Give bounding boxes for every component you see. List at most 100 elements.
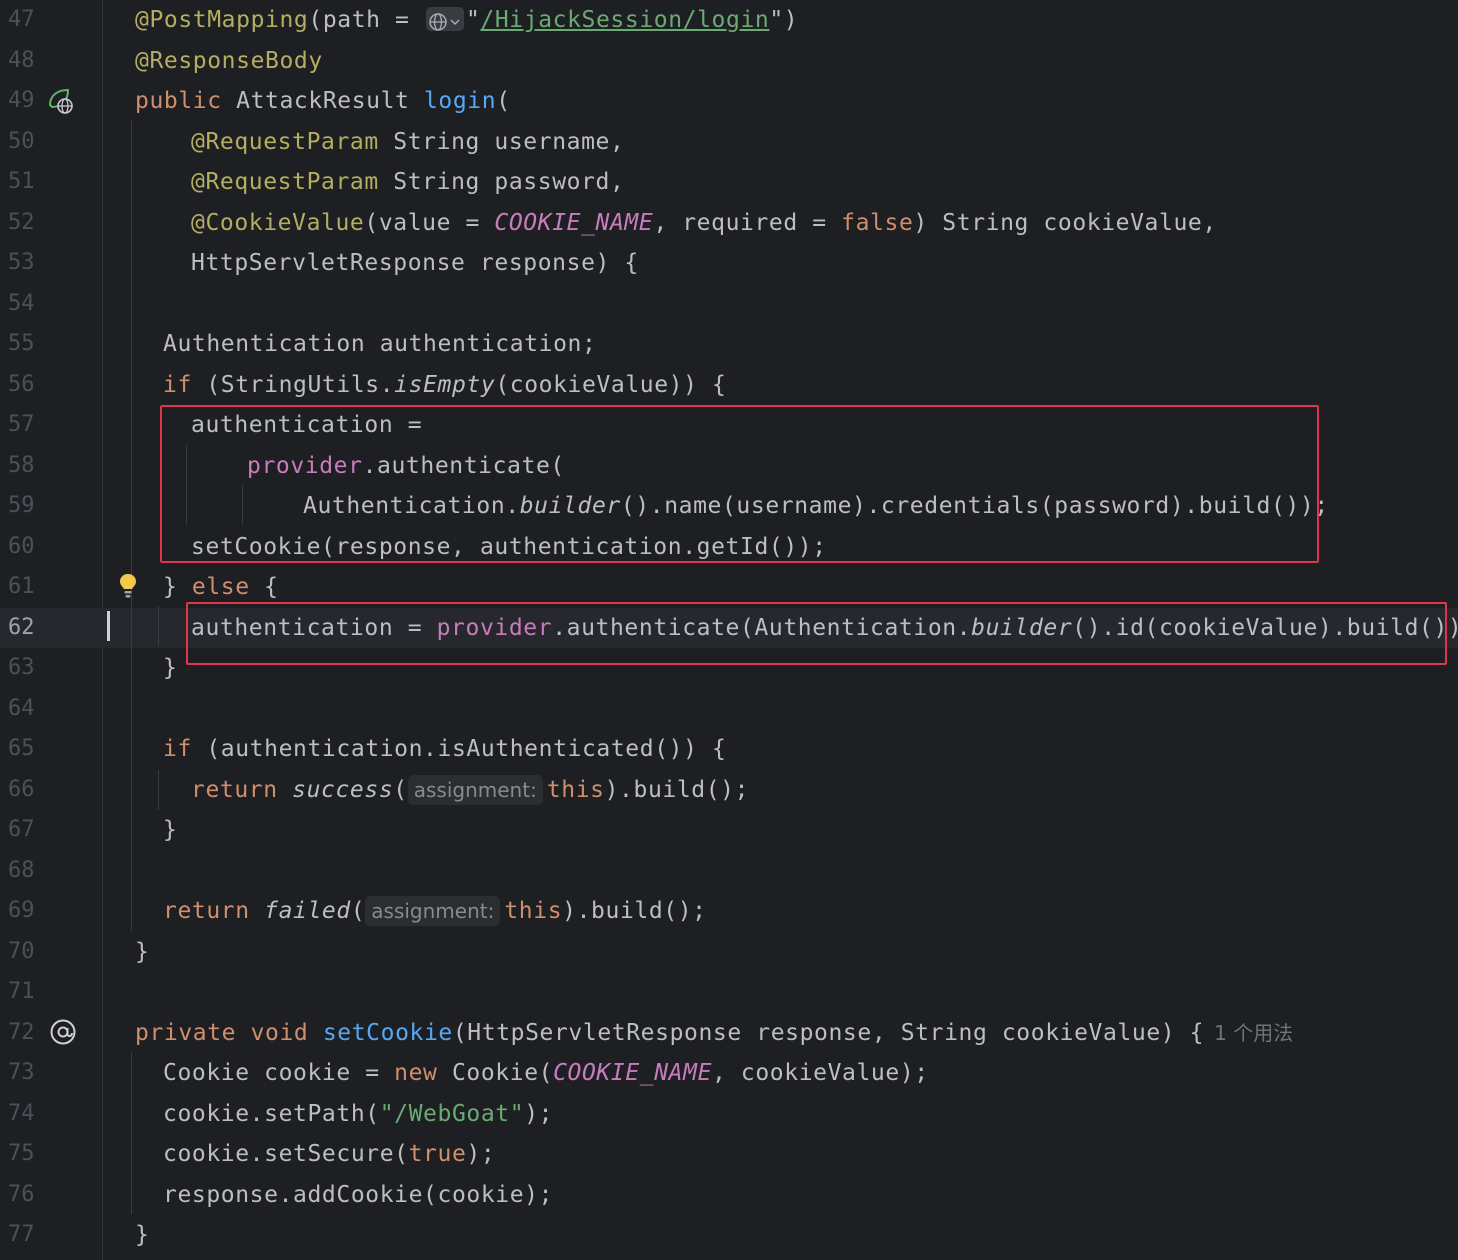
- code-token: }: [163, 817, 178, 843]
- line-number[interactable]: 60: [0, 527, 40, 568]
- code-token: cookie.setSecure(: [163, 1141, 409, 1167]
- code-token: @PostMapping: [135, 7, 309, 33]
- code-line[interactable]: 50 @RequestParam String username,: [0, 122, 1458, 163]
- line-number[interactable]: 64: [0, 689, 40, 730]
- code-line[interactable]: 54: [0, 284, 1458, 325]
- line-number[interactable]: 65: [0, 729, 40, 770]
- code-text[interactable]: @RequestParam String password,: [191, 162, 624, 203]
- code-line[interactable]: 74 cookie.setPath("/WebGoat");: [0, 1094, 1458, 1135]
- line-number[interactable]: 69: [0, 891, 40, 932]
- code-line[interactable]: 53 HttpServletResponse response) {: [0, 243, 1458, 284]
- code-editor[interactable]: 47 @PostMapping(path = "/HijackSession/lo…: [0, 0, 1458, 1260]
- line-number[interactable]: 71: [0, 972, 40, 1013]
- line-number[interactable]: 62: [0, 608, 40, 649]
- code-line[interactable]: 49 public AttackResult login(: [0, 81, 1458, 122]
- line-number[interactable]: 51: [0, 162, 40, 203]
- code-token: String username,: [378, 128, 625, 155]
- url-globe-icon[interactable]: [425, 6, 464, 31]
- line-number[interactable]: 54: [0, 284, 40, 325]
- code-token: /HijackSession/login: [480, 7, 770, 33]
- code-text[interactable]: @PostMapping(path = "/HijackSession/logi…: [135, 0, 798, 41]
- line-number[interactable]: 55: [0, 324, 40, 365]
- code-text[interactable]: private void setCookie(HttpServletRespon…: [135, 1013, 1293, 1054]
- spring-web-endpoint-icon[interactable]: [46, 87, 76, 115]
- code-line[interactable]: 75 cookie.setSecure(true);: [0, 1134, 1458, 1175]
- code-token: @ResponseBody: [135, 47, 323, 74]
- code-line[interactable]: 56 if (StringUtils.isEmpty(cookieValue)) …: [0, 365, 1458, 406]
- code-line[interactable]: 68: [0, 851, 1458, 892]
- code-line[interactable]: 70}: [0, 932, 1458, 973]
- code-line[interactable]: 69 return failed(assignment: this).build()…: [0, 891, 1458, 932]
- code-line[interactable]: 76 response.addCookie(cookie);: [0, 1175, 1458, 1216]
- code-token: (authentication.isAuthenticated()) {: [206, 736, 727, 762]
- line-number[interactable]: 76: [0, 1175, 40, 1216]
- indent-guide: [131, 1052, 132, 1214]
- code-line[interactable]: 71: [0, 972, 1458, 1013]
- code-line[interactable]: 52 @CookieValue(value = COOKIE_NAME, requ…: [0, 203, 1458, 244]
- line-number[interactable]: 75: [0, 1134, 40, 1175]
- code-line[interactable]: 66 return success(assignment: this).build(…: [0, 770, 1458, 811]
- code-text[interactable]: }: [163, 810, 177, 851]
- code-token: ": [465, 7, 481, 33]
- line-number[interactable]: 61: [0, 567, 40, 608]
- code-text[interactable]: cookie.setPath("/WebGoat");: [163, 1094, 553, 1135]
- code-line[interactable]: 48 @ResponseBody: [0, 41, 1458, 82]
- code-text[interactable]: @CookieValue(value = COOKIE_NAME, requir…: [191, 203, 1217, 244]
- code-text[interactable]: public AttackResult login(: [135, 81, 511, 122]
- code-token: (path =: [308, 7, 424, 33]
- code-text[interactable]: HttpServletResponse response) {: [191, 243, 639, 284]
- code-token: response.addCookie(cookie);: [163, 1181, 554, 1208]
- line-number[interactable]: 49: [0, 81, 40, 122]
- line-number[interactable]: 70: [0, 932, 40, 973]
- code-token: public: [135, 88, 237, 114]
- lightbulb-icon[interactable]: [117, 572, 139, 600]
- code-text[interactable]: return success(assignment: this).build();: [191, 770, 749, 811]
- line-number[interactable]: 56: [0, 365, 40, 406]
- code-line[interactable]: 77}: [0, 1215, 1458, 1256]
- line-number[interactable]: 59: [0, 486, 40, 527]
- line-number[interactable]: 68: [0, 851, 40, 892]
- code-token: return: [163, 898, 265, 924]
- code-token: (StringUtils.: [206, 371, 395, 398]
- code-line[interactable]: 65 if (authentication.isAuthenticated()) …: [0, 729, 1458, 770]
- line-number[interactable]: 57: [0, 405, 40, 446]
- line-number[interactable]: 50: [0, 122, 40, 163]
- line-number[interactable]: 73: [0, 1053, 40, 1094]
- line-number[interactable]: 58: [0, 446, 40, 487]
- code-token: HttpServletResponse response) {: [191, 250, 639, 276]
- line-number[interactable]: 66: [0, 770, 40, 811]
- line-number[interactable]: 77: [0, 1215, 40, 1256]
- at-sign-icon[interactable]: [48, 1017, 78, 1047]
- line-number[interactable]: 48: [0, 41, 40, 82]
- line-number[interactable]: 53: [0, 243, 40, 284]
- code-text[interactable]: Authentication authentication;: [163, 324, 596, 365]
- code-text[interactable]: }: [163, 648, 177, 689]
- code-text[interactable]: cookie.setSecure(true);: [163, 1134, 495, 1175]
- code-line[interactable]: 73 Cookie cookie = new Cookie(COOKIE_NAME…: [0, 1053, 1458, 1094]
- code-token: Cookie(: [451, 1060, 554, 1086]
- code-text[interactable]: @ResponseBody: [135, 41, 323, 82]
- text-caret: [107, 611, 110, 641]
- line-number[interactable]: 52: [0, 203, 40, 244]
- code-line[interactable]: 67}: [0, 810, 1458, 851]
- line-number[interactable]: 72: [0, 1013, 40, 1054]
- code-text[interactable]: }: [135, 1215, 149, 1256]
- code-text[interactable]: return failed(assignment: this).build();: [163, 891, 707, 932]
- code-line[interactable]: 47 @PostMapping(path = "/HijackSession/lo…: [0, 0, 1458, 41]
- code-text[interactable]: if (authentication.isAuthenticated()) {: [163, 729, 726, 770]
- code-line[interactable]: 55 Authentication authentication;: [0, 324, 1458, 365]
- code-text[interactable]: @RequestParam String username,: [191, 122, 624, 163]
- code-text[interactable]: response.addCookie(cookie);: [163, 1175, 553, 1216]
- line-number[interactable]: 74: [0, 1094, 40, 1135]
- code-line[interactable]: 64: [0, 689, 1458, 730]
- code-line[interactable]: 72 private void setCookie(HttpServletResp…: [0, 1013, 1458, 1054]
- line-number[interactable]: 47: [0, 0, 40, 41]
- line-number[interactable]: 67: [0, 810, 40, 851]
- code-text[interactable]: Cookie cookie = new Cookie(COOKIE_NAME, …: [163, 1053, 929, 1094]
- line-number[interactable]: 63: [0, 648, 40, 689]
- code-text[interactable]: }: [135, 932, 149, 973]
- usage-count-hint[interactable]: 1 个用法: [1214, 1021, 1293, 1045]
- code-line[interactable]: 51 @RequestParam String password,: [0, 162, 1458, 203]
- code-text[interactable]: if (StringUtils.isEmpty(cookieValue)) {: [163, 365, 726, 406]
- code-token: success: [292, 776, 394, 803]
